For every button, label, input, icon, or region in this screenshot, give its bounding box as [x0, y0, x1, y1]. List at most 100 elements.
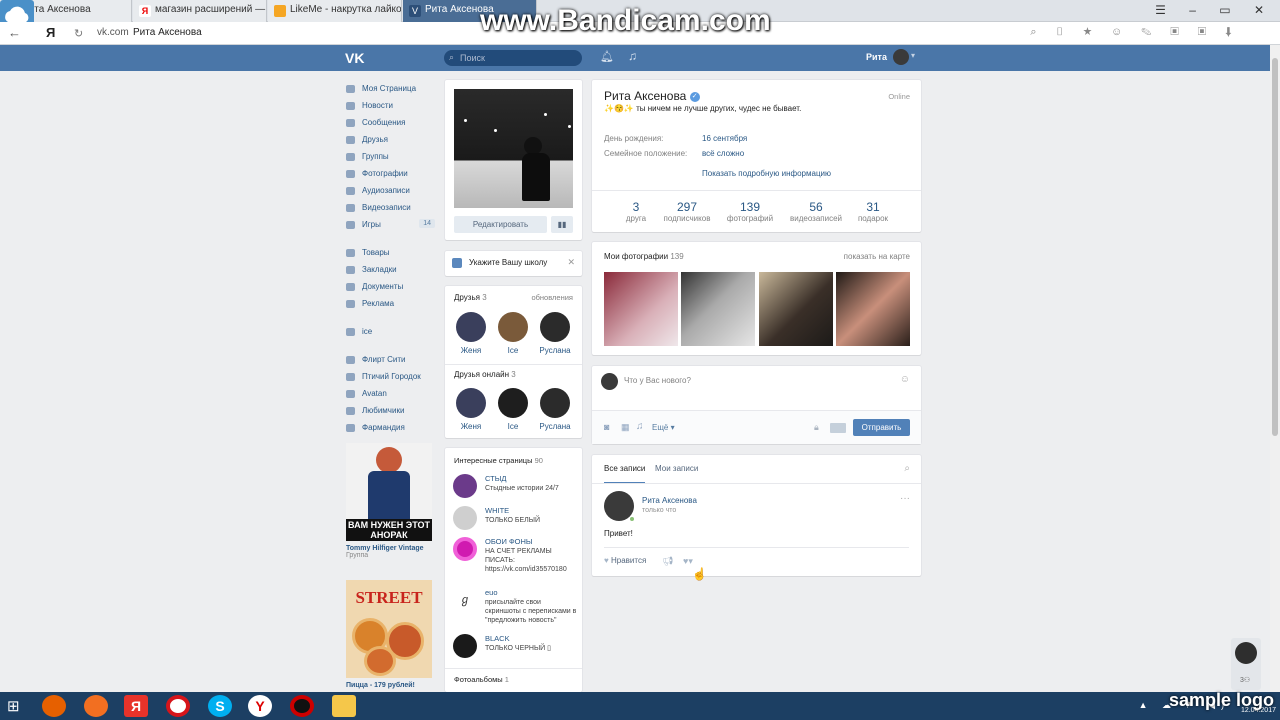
share-icon[interactable]: 📢︎ [662, 556, 673, 567]
friend-online-item[interactable]: Руслана [535, 388, 575, 431]
stats-icon[interactable]: ▮▮ [551, 216, 573, 233]
firefox-icon[interactable] [42, 695, 66, 717]
nav-app-avatan[interactable]: Avatan [345, 387, 435, 404]
page-item[interactable]: BLACK ТОЛЬКО ЧЕРНЫЙ ▯ [453, 634, 577, 670]
page-item[interactable]: ОБОИ ФОНЫ НА СЧЕТ РЕКЛАМЫ ПИСАТЬ: https:/… [453, 537, 577, 587]
browser-tab[interactable]: Я магазин расширений — Я [133, 0, 267, 22]
heart-dropdown-icon[interactable]: ♥▾ [683, 556, 693, 567]
media-player-icon[interactable] [84, 695, 108, 717]
more-attachments-dropdown[interactable]: Ещё ▾ [652, 423, 675, 432]
friend-item[interactable]: Женя [451, 312, 491, 355]
counter-videos[interactable]: 56 видеозаписей [786, 200, 846, 223]
scrollbar-thumb[interactable] [1272, 58, 1278, 436]
ad-block[interactable]: STREET Пицца - 179 рублей! [346, 580, 432, 689]
nav-photos[interactable]: Фотографии [345, 167, 435, 184]
pages-title[interactable]: Интересные страницы 90 [454, 456, 543, 465]
friends-online-title[interactable]: Друзья онлайн 3 [454, 370, 516, 379]
ad-title[interactable]: Tommy Hilfiger Vintage [346, 545, 432, 552]
friend-online-item[interactable]: Женя [451, 388, 491, 431]
photo-thumbnail[interactable] [836, 272, 910, 346]
photo-albums-title[interactable]: Фотоальбомы 1 [454, 675, 509, 684]
chat-widget[interactable]: 3⚇ [1231, 638, 1261, 690]
windows-start-icon[interactable]: ⊞ [7, 697, 20, 715]
post-as-icon[interactable] [830, 423, 846, 433]
ad-title[interactable]: Пицца - 179 рублей! [346, 682, 432, 689]
post-time[interactable]: только что [642, 507, 676, 514]
header-avatar[interactable] [893, 49, 909, 65]
friend-item[interactable]: Ice [493, 312, 533, 355]
nav-video[interactable]: Видеозаписи [345, 201, 435, 218]
ad-block[interactable]: ВАМ НУЖЕН ЭТОТ АНОРАК Tommy Hilfiger Vin… [346, 443, 432, 559]
header-user-name[interactable]: Рита [866, 52, 887, 62]
nav-app-bird-town[interactable]: Птичий Городок [345, 370, 435, 387]
close-icon[interactable]: ✕ [567, 257, 575, 268]
birthday-value[interactable]: 16 сентября [702, 134, 747, 143]
ad-image[interactable]: ВАМ НУЖЕН ЭТОТ АНОРАК [346, 443, 432, 541]
bandicam-icon[interactable] [290, 695, 314, 717]
show-on-map-link[interactable]: показать на карте [844, 252, 910, 261]
family-status-value[interactable]: всё сложно [702, 149, 744, 158]
nav-documents[interactable]: Документы [345, 280, 435, 297]
like-button[interactable]: ♥ Нравится [604, 556, 646, 565]
url-domain[interactable]: vk.com [97, 27, 129, 38]
school-prompt[interactable]: Укажите Вашу школу ✕ [445, 251, 582, 276]
chat-avatar[interactable] [1235, 642, 1257, 664]
counter-followers[interactable]: 297 подписчиков [657, 200, 717, 223]
search-icon[interactable]: ⌕ [904, 463, 910, 474]
photo-thumbnail[interactable] [681, 272, 755, 346]
post-more-icon[interactable]: ··· [900, 493, 910, 504]
nav-my-page[interactable]: Моя Страница [345, 82, 435, 99]
yandex-browser-icon[interactable]: Я [124, 695, 148, 717]
photo-thumbnail[interactable] [759, 272, 833, 346]
opera-icon[interactable] [166, 695, 190, 717]
nav-group-ice[interactable]: ice [345, 325, 435, 342]
profile-photo[interactable] [454, 89, 573, 208]
nav-games[interactable]: Игры 14 [345, 218, 435, 235]
post-author-name[interactable]: Рита Аксенова [642, 496, 697, 505]
nav-news[interactable]: Новости [345, 99, 435, 116]
vk-logo[interactable]: VK [345, 50, 364, 66]
ad-image[interactable]: STREET [346, 580, 432, 678]
composer-input[interactable]: Что у Вас нового? [624, 376, 691, 385]
lock-icon[interactable]: 🔒︎ [814, 422, 819, 433]
browser-toolbar-icons[interactable]: ⌕ ▯ ★ ☺ ✎ ▣ ▣ ⬇ [1030, 26, 1240, 39]
my-photos-title[interactable]: Мои фотографии 139 [604, 252, 684, 261]
show-more-info-link[interactable]: Показать подробную информацию [702, 169, 831, 178]
back-arrow-icon[interactable]: ← [8, 25, 26, 41]
nav-goods[interactable]: Товары [345, 246, 435, 263]
nav-ads[interactable]: Реклама [345, 297, 435, 314]
nav-app-lyubimchiki[interactable]: Любимчики [345, 404, 435, 421]
reload-icon[interactable]: ↻ [74, 27, 83, 40]
nav-friends[interactable]: Друзья [345, 133, 435, 150]
tab-all-posts[interactable]: Все записи [604, 464, 646, 484]
notifications-bell-icon[interactable]: 🔔︎ [600, 50, 614, 63]
counter-gifts[interactable]: 31 подарок [843, 200, 903, 223]
nav-bookmarks[interactable]: Закладки [345, 263, 435, 280]
friends-title[interactable]: Друзья 3 [454, 293, 487, 302]
camera-icon[interactable]: ◙ [604, 422, 609, 432]
skype-icon[interactable]: S [208, 695, 232, 717]
counter-photos[interactable]: 139 фотографий [720, 200, 780, 223]
yandex-icon[interactable]: Y [248, 695, 272, 717]
nav-audio[interactable]: Аудиозаписи [345, 184, 435, 201]
page-item[interactable]: СТЫД Стыдные истории 24/7 [453, 474, 577, 510]
window-controls[interactable]: ☰ – ▭ ✕ [1155, 3, 1274, 17]
music-icon[interactable]: ♫ [636, 421, 644, 432]
send-post-button[interactable]: Отправить [853, 419, 910, 436]
profile-status[interactable]: ✨😚✨ ты ничем не лучше других, чудес не б… [604, 104, 801, 113]
nav-groups[interactable]: Группы [345, 150, 435, 167]
browser-tab[interactable]: LikeMe - накрутка лайков и [268, 0, 402, 22]
nav-app-farmandiya[interactable]: Фармандия [345, 421, 435, 438]
video-icon[interactable]: ▦ [621, 422, 630, 433]
search-input[interactable]: ⌕ Поиск [444, 50, 582, 66]
chevron-down-icon[interactable]: ▾ [911, 51, 915, 60]
nav-app-flirt-city[interactable]: Флирт Сити [345, 353, 435, 370]
url-title[interactable]: Рита Аксенова [133, 27, 202, 38]
file-explorer-icon[interactable] [332, 695, 356, 717]
friend-item[interactable]: Руслана [535, 312, 575, 355]
photo-thumbnail[interactable] [604, 272, 678, 346]
yandex-logo[interactable]: Я [46, 25, 55, 40]
edit-profile-button[interactable]: Редактировать [454, 216, 547, 233]
tab-my-posts[interactable]: Мои записи [655, 464, 698, 473]
friends-updates-link[interactable]: обновления [531, 293, 573, 302]
